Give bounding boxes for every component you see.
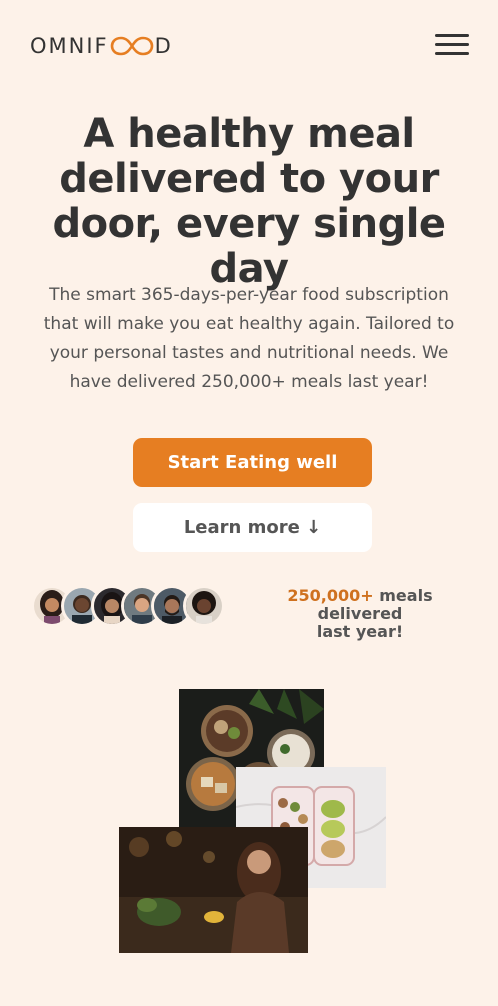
start-eating-button[interactable]: Start Eating well xyxy=(133,438,372,487)
hero-title-line: A healthy meal xyxy=(83,111,415,157)
hero-title-line: delivered to your xyxy=(59,156,439,202)
learn-more-button[interactable]: Learn more ↓ xyxy=(133,503,372,552)
hero-title-line: door, every single day xyxy=(52,201,446,292)
hero-description-line: your personal tastes and nutritional nee… xyxy=(49,343,449,363)
avatar xyxy=(183,585,225,627)
meals-delivered-label-line2: last year! xyxy=(316,622,404,641)
logo-text-right: D xyxy=(154,34,173,58)
hero-description-line: have delivered 250,000+ meals last year! xyxy=(69,372,429,392)
hero-description-line: that will make you eat healthy again. Ta… xyxy=(43,314,455,334)
meals-delivered-text: 250,000+ meals delivered last year! xyxy=(244,587,476,641)
hamburger-menu-icon[interactable] xyxy=(432,30,472,60)
logo-text-left: OMNIF xyxy=(30,34,109,58)
customer-avatars xyxy=(31,585,231,627)
infinity-icon xyxy=(110,36,154,56)
page-header: OMNIF D xyxy=(0,0,498,90)
hero-title: A healthy meal delivered to your door, e… xyxy=(0,112,498,292)
hero-description-line: The smart 365-days-per-year food subscri… xyxy=(49,285,449,305)
woman-eating-image xyxy=(119,827,308,953)
meals-delivered-count: 250,000+ xyxy=(287,586,374,605)
omnifood-logo[interactable]: OMNIF D xyxy=(30,31,173,61)
hero-description: The smart 365-days-per-year food subscri… xyxy=(34,281,464,397)
